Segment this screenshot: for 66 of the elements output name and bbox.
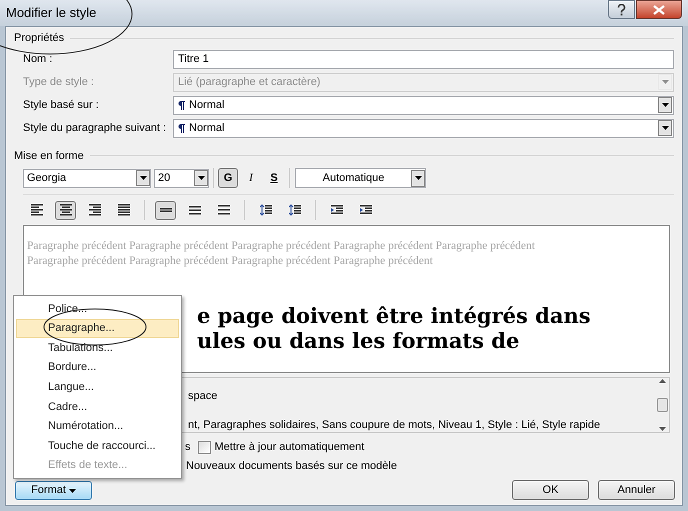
menu-item[interactable]: Tabulations... [16, 338, 179, 358]
increase-indent-icon [360, 204, 372, 216]
align-center-icon [60, 203, 72, 217]
decrease-indent-icon [330, 204, 342, 216]
size-combo[interactable]: 20 [154, 168, 209, 188]
style-combo[interactable]: Normal [173, 118, 674, 138]
pilcrow-icon [178, 124, 185, 132]
scrollbar[interactable] [655, 378, 669, 432]
single-spacing-button[interactable] [155, 200, 176, 220]
menu-item[interactable]: Touche de raccourci... [16, 436, 179, 456]
pilcrow-icon [178, 100, 185, 110]
align-left-icon [30, 203, 42, 217]
dropdown-icon [658, 120, 672, 136]
dropdown-icon [411, 170, 425, 186]
double-spacing-icon [218, 204, 230, 216]
radio-label[interactable]: Nouveaux documents basés sur ce modèle [186, 458, 397, 474]
onehalf-spacing-icon [188, 204, 200, 216]
menu-item[interactable]: Langue... [16, 377, 179, 397]
dropdown-icon [658, 97, 672, 113]
color-combo[interactable]: Automatique [295, 168, 426, 188]
preview-text: Paragraphe précédent Paragraphe précédent Paragraphe précédent Paragraphe précédent Paragraphe précédent Paragraphe précédent Paragraphe précédent Paragraphe précédent Paragraphe précédent [26, 239, 536, 269]
field-label: Style basé sur : [23, 98, 100, 113]
format-button[interactable]: Format [15, 481, 92, 500]
field-label: Style du paragraphe suivant : [23, 120, 168, 136]
scroll-thumb[interactable] [656, 398, 668, 412]
dropdown-icon [194, 170, 208, 186]
dialog-button[interactable]: Annuler [598, 480, 675, 500]
scroll-up-icon [658, 379, 666, 383]
italic-button[interactable]: I [241, 168, 261, 188]
underline-button[interactable]: S [264, 168, 284, 188]
menu-item[interactable]: Bordure... [16, 358, 179, 378]
menu-item[interactable]: Cadre... [16, 396, 179, 417]
sample-heading-text: e page doivent être intégrés dans [197, 303, 592, 328]
window-title: Modifier le style [6, 4, 96, 22]
close-icon [653, 4, 665, 14]
field-label: Type de style : [23, 74, 95, 90]
align-center-button[interactable] [55, 200, 76, 220]
dropdown-icon [658, 74, 672, 90]
justify-icon [118, 203, 130, 217]
space-before-icon [260, 204, 272, 216]
space-after-icon [288, 204, 300, 216]
section-title: Mise en forme [14, 148, 84, 164]
font-combo[interactable]: Georgia [23, 168, 151, 188]
help-icon [617, 4, 626, 16]
style-description: nt, Paragraphes solidaires, Sans coupure de mots, Niveau 1, Style : Lié, Style rapide [188, 418, 602, 432]
field-label: Nom : [23, 52, 54, 67]
menu-item[interactable]: Police... [16, 299, 179, 319]
close-button[interactable] [636, 0, 682, 19]
option-label: s [185, 440, 190, 455]
style-description: space [188, 389, 218, 404]
checkbox[interactable] [198, 440, 210, 454]
checkbox-label[interactable]: Mettre à jour automatiquement [214, 438, 364, 456]
dialog-button[interactable]: OK [512, 480, 589, 500]
name-field[interactable]: Titre 1 [173, 50, 674, 68]
scroll-down-icon [658, 427, 666, 431]
menu-item[interactable]: Paragraphe... [16, 318, 179, 338]
dropdown-icon [136, 170, 150, 186]
help-button[interactable] [608, 0, 635, 19]
style-combo[interactable]: Normal [173, 96, 674, 114]
menu-item[interactable]: Numérotation... [16, 416, 179, 436]
single-spacing-icon [160, 207, 172, 213]
caret-icon [68, 488, 76, 492]
sample-heading-text: ules ou dans les formats de [197, 328, 520, 353]
section-title: Propriétés [14, 31, 64, 46]
align-right-icon [88, 203, 100, 217]
bold-button[interactable]: G [218, 168, 238, 188]
